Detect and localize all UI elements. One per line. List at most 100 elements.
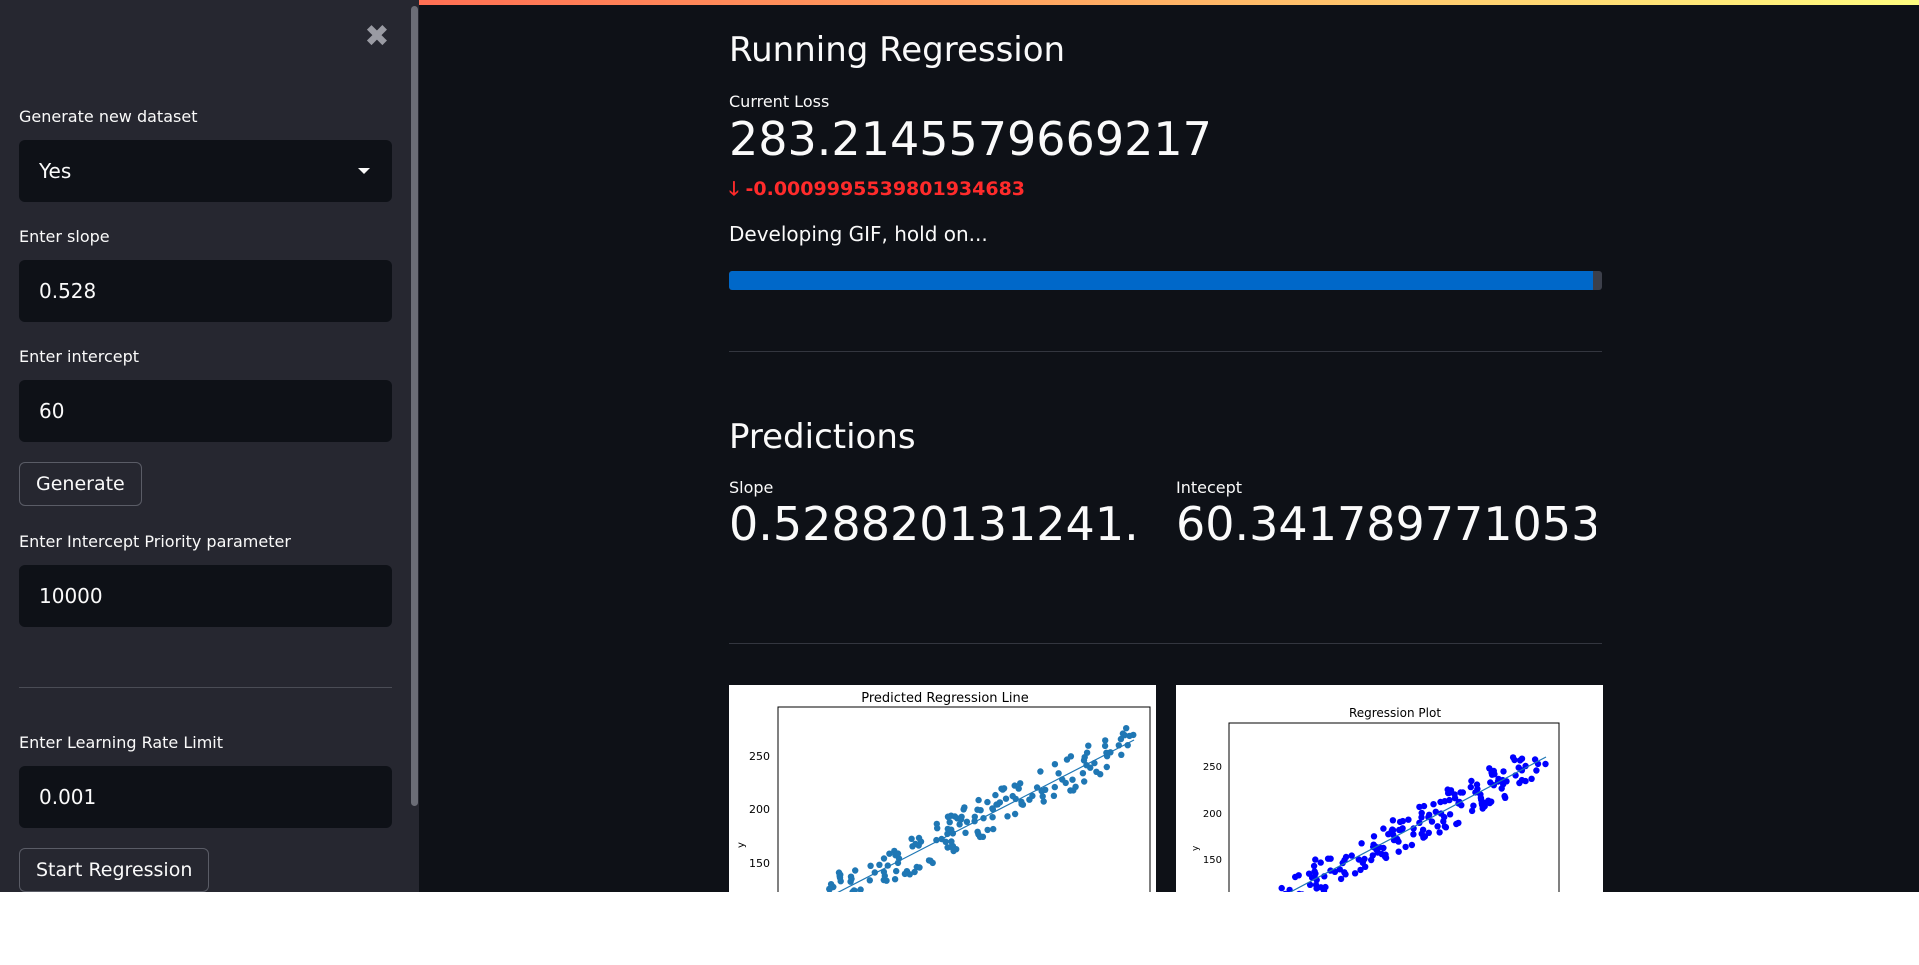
scatter-point xyxy=(1278,884,1285,892)
scatter-point xyxy=(1103,763,1110,771)
progress-bar-fill xyxy=(729,271,1594,290)
scatter-point xyxy=(1430,801,1437,808)
scatter-point xyxy=(1119,730,1127,737)
generate-button[interactable]: Generate xyxy=(19,462,142,506)
scatter-point xyxy=(1470,802,1477,809)
scatter-point xyxy=(1037,768,1044,775)
scatter-points xyxy=(826,725,1137,892)
scatter-point xyxy=(1416,803,1423,811)
predicted-regression-plot: Predicted Regression Line 250 200 150 y xyxy=(729,685,1156,892)
status-text: Developing GIF, hold on... xyxy=(729,222,988,246)
scatter-point xyxy=(934,825,941,832)
slope-input[interactable]: 0.528 xyxy=(19,260,392,322)
scatter-point xyxy=(1050,792,1058,799)
scatter-point xyxy=(1357,866,1364,874)
priority-input[interactable]: 10000 xyxy=(19,565,392,627)
scatter-point xyxy=(1081,754,1088,761)
plot-frame xyxy=(777,706,1151,892)
current-loss-label: Current Loss xyxy=(729,92,830,111)
scatter-point xyxy=(1063,756,1071,763)
scatter-point xyxy=(908,835,915,842)
scatter-point xyxy=(1292,873,1299,881)
regression-line xyxy=(1289,756,1547,892)
y-tick-label: 200 xyxy=(749,803,770,816)
current-loss-value: 283.2145579669217 xyxy=(729,112,1212,166)
scatter-point xyxy=(1396,826,1403,834)
scatter-point xyxy=(957,816,965,823)
scatter-point xyxy=(1389,817,1397,824)
scatter-point xyxy=(1434,823,1441,830)
intercept-metric-label: Intecept xyxy=(1176,478,1243,497)
scatter-point xyxy=(975,796,982,804)
scatter-point xyxy=(960,806,967,813)
running-regression-heading: Running Regression xyxy=(729,30,1066,70)
section-divider xyxy=(729,351,1602,352)
regression-chart: Regression Plot 250 200 150 y xyxy=(1191,706,1560,892)
scatter-point xyxy=(1542,760,1549,768)
scatter-point xyxy=(1351,870,1359,877)
app-root: ✖ Generate new dataset Yes Enter slope 0… xyxy=(0,0,1919,892)
scatter-point xyxy=(1055,770,1062,777)
scatter-point xyxy=(989,814,996,821)
scatter-point xyxy=(837,871,844,878)
dataset-select-value: Yes xyxy=(39,159,72,183)
y-axis-label: y xyxy=(1191,845,1201,851)
scatter-point xyxy=(945,813,952,821)
scatter-point xyxy=(1459,789,1466,796)
scatter-point xyxy=(1123,725,1130,732)
close-sidebar-icon[interactable]: ✖ xyxy=(362,22,392,52)
slope-label: Enter slope xyxy=(19,227,110,246)
scatter-point xyxy=(837,878,844,885)
scatter-point xyxy=(1455,819,1462,827)
scatter-point xyxy=(1002,795,1010,802)
scatter-point xyxy=(1310,862,1318,870)
scatter-point xyxy=(1067,787,1074,794)
start-regression-button[interactable]: Start Regression xyxy=(19,848,210,892)
loss-delta-value: -0.0009995539801934683 xyxy=(745,178,1026,200)
scatter-point xyxy=(1501,792,1508,800)
scatter-points xyxy=(1278,754,1549,892)
scatter-point xyxy=(1051,783,1058,791)
scatter-point xyxy=(1395,848,1402,855)
slope-metric-value: 0.528820131241... xyxy=(729,497,1134,551)
scatter-point xyxy=(1446,811,1454,818)
scatter-point xyxy=(1296,890,1302,892)
slope-metric-label: Slope xyxy=(729,478,774,497)
priority-label: Enter Intercept Priority parameter xyxy=(19,532,291,551)
scatter-point xyxy=(1101,742,1109,750)
intercept-label: Enter intercept xyxy=(19,347,140,366)
scatter-point xyxy=(1017,780,1024,787)
scatter-point xyxy=(1374,849,1381,856)
scatter-point xyxy=(1528,775,1535,782)
scatter-point xyxy=(1498,785,1505,792)
scatter-point xyxy=(984,826,991,834)
scatter-point xyxy=(1380,844,1387,852)
dataset-select[interactable]: Yes xyxy=(19,140,392,202)
scatter-point xyxy=(867,862,874,869)
arrow-down-icon: 🡓 xyxy=(729,178,739,200)
scatter-point xyxy=(1313,885,1320,892)
scatter-point xyxy=(962,829,969,836)
scatter-point xyxy=(1518,776,1526,784)
scatter-point xyxy=(1118,751,1125,758)
scatter-point xyxy=(1069,776,1076,783)
y-tick-label: 250 xyxy=(1203,762,1222,773)
learning-rate-label: Enter Learning Rate Limit xyxy=(19,733,224,752)
scatter-point xyxy=(894,850,902,857)
scatter-point xyxy=(1436,829,1443,836)
dataset-label: Generate new dataset xyxy=(19,107,198,126)
learning-rate-input[interactable]: 0.001 xyxy=(19,766,392,828)
scatter-point xyxy=(974,806,981,813)
scatter-point xyxy=(1361,855,1368,863)
intercept-input[interactable]: 60 xyxy=(19,380,392,442)
scatter-point xyxy=(1500,768,1507,775)
scatter-point xyxy=(916,864,923,871)
scatter-point xyxy=(1004,813,1011,820)
scatter-point xyxy=(1011,810,1019,818)
scatter-point xyxy=(880,855,888,862)
sidebar-scrollbar[interactable] xyxy=(411,6,418,806)
scatter-point xyxy=(951,813,959,820)
scatter-point xyxy=(1467,783,1474,791)
scatter-point xyxy=(1305,870,1313,877)
y-tick-label: 150 xyxy=(1203,855,1222,866)
